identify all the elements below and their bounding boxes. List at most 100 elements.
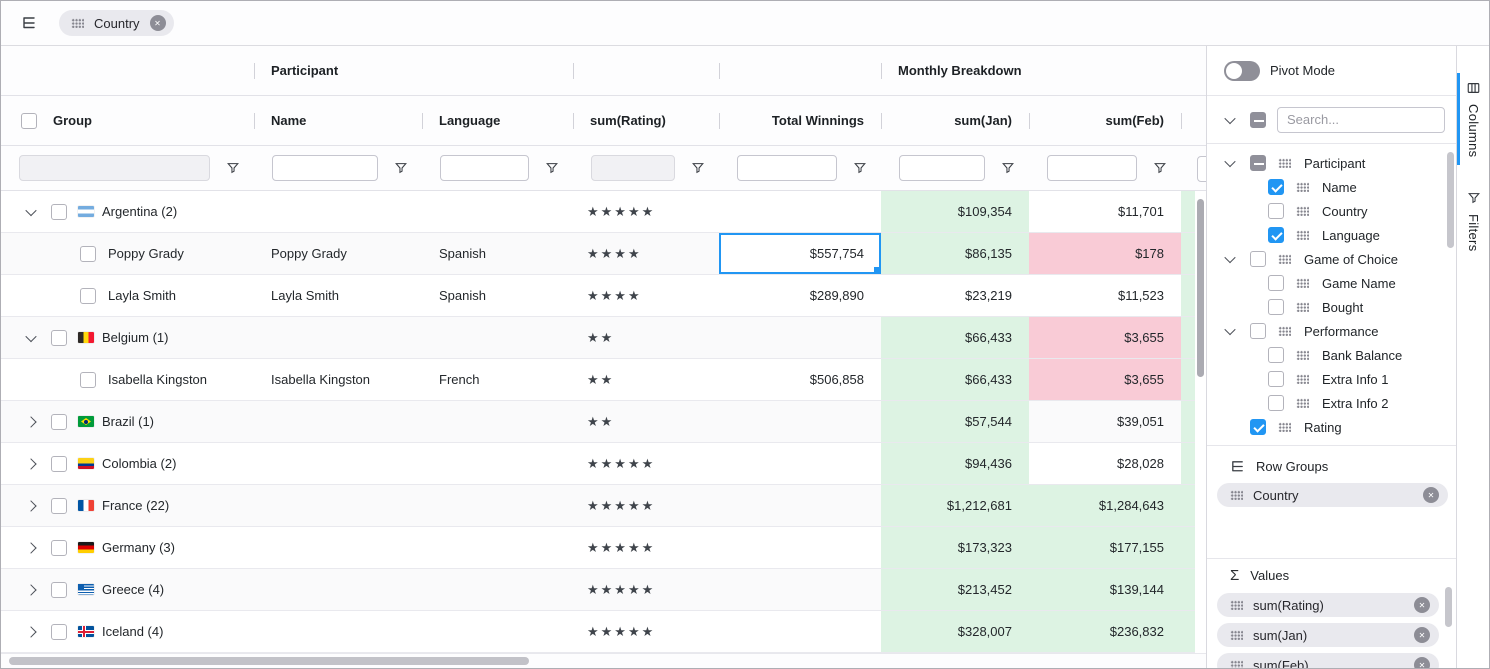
drag-handle-icon[interactable] <box>1278 326 1291 336</box>
drag-handle-icon[interactable] <box>1230 630 1243 640</box>
tree-checkbox-game-name[interactable] <box>1268 275 1284 291</box>
next-column-sliver[interactable] <box>1181 569 1195 610</box>
value-chip-sum-jan[interactable]: sum(Jan)✕ <box>1217 623 1439 647</box>
feb-cell[interactable]: $177,155 <box>1029 527 1181 568</box>
language-cell[interactable]: French <box>422 359 573 400</box>
remove-icon[interactable]: ✕ <box>1423 487 1439 503</box>
drag-handle-icon[interactable] <box>1278 254 1291 264</box>
language-cell[interactable] <box>422 443 573 484</box>
tab-columns[interactable]: Columns <box>1457 73 1490 165</box>
total-winnings-cell[interactable] <box>719 443 881 484</box>
column-header-total-winnings[interactable]: Total Winnings <box>719 96 881 145</box>
group-column-cell[interactable]: Brazil (1) <box>1 401 254 442</box>
drag-handle-icon[interactable] <box>1296 230 1309 240</box>
chevron-right-icon[interactable] <box>23 460 39 468</box>
language-cell[interactable]: Spanish <box>422 233 573 274</box>
total-winnings-cell[interactable] <box>719 485 881 526</box>
feb-cell[interactable]: $11,523 <box>1029 275 1181 316</box>
tree-checkbox-game-of-choice[interactable] <box>1250 251 1266 267</box>
total-winnings-cell[interactable] <box>719 569 881 610</box>
feb-cell[interactable]: $139,144 <box>1029 569 1181 610</box>
language-cell[interactable] <box>422 527 573 568</box>
row-checkbox[interactable] <box>80 246 96 262</box>
drag-handle-icon[interactable] <box>1278 158 1291 168</box>
row-checkbox[interactable] <box>51 540 67 556</box>
tree-item-bought[interactable]: Bought <box>1207 295 1456 319</box>
tree-scrollbar-thumb[interactable] <box>1447 152 1454 248</box>
feb-cell[interactable]: $236,832 <box>1029 611 1181 652</box>
total-winnings-cell[interactable]: $289,890 <box>719 275 881 316</box>
rating-cell[interactable]: ★★★★★ <box>573 485 719 526</box>
chevron-right-icon[interactable] <box>23 628 39 636</box>
group-column-cell[interactable]: Belgium (1) <box>1 317 254 358</box>
drag-handle-icon[interactable] <box>1230 660 1243 668</box>
row-checkbox[interactable] <box>51 498 67 514</box>
row-checkbox[interactable] <box>51 582 67 598</box>
chevron-down-icon[interactable] <box>1224 327 1236 335</box>
drag-handle-icon[interactable] <box>1296 302 1309 312</box>
feb-cell[interactable]: $1,284,643 <box>1029 485 1181 526</box>
rating-cell[interactable]: ★★★★★ <box>573 611 719 652</box>
group-column-cell[interactable]: Argentina (2) <box>1 191 254 232</box>
language-cell[interactable] <box>422 191 573 232</box>
value-chip-sum-feb[interactable]: sum(Feb)✕ <box>1217 653 1439 668</box>
feb-cell[interactable]: $11,701 <box>1029 191 1181 232</box>
rating-cell[interactable]: ★★ <box>573 317 719 358</box>
next-column-sliver[interactable] <box>1181 359 1195 400</box>
jan-cell[interactable]: $57,544 <box>881 401 1029 442</box>
group-column-cell[interactable]: Layla Smith <box>1 275 254 316</box>
column-header-group[interactable]: Group <box>1 96 254 145</box>
vertical-scrollbar[interactable] <box>1195 191 1206 653</box>
chevron-right-icon[interactable] <box>23 586 39 594</box>
group-column-cell[interactable]: Iceland (4) <box>1 611 254 652</box>
remove-icon[interactable]: ✕ <box>1414 657 1430 668</box>
filter-icon[interactable] <box>1153 161 1167 175</box>
tree-item-name[interactable]: Name <box>1207 175 1456 199</box>
next-column-sliver[interactable] <box>1181 401 1195 442</box>
tree-checkbox-rating[interactable] <box>1250 419 1266 435</box>
tree-checkbox-name[interactable] <box>1268 179 1284 195</box>
next-column-sliver[interactable] <box>1181 611 1195 652</box>
tree-checkbox-participant[interactable] <box>1250 155 1266 171</box>
remove-icon[interactable]: ✕ <box>1414 627 1430 643</box>
jan-cell[interactable]: $86,135 <box>881 233 1029 274</box>
tree-item-language[interactable]: Language <box>1207 223 1456 247</box>
tree-item-extra-info-2[interactable]: Extra Info 2 <box>1207 391 1456 415</box>
group-column-cell[interactable]: France (22) <box>1 485 254 526</box>
horizontal-scrollbar[interactable] <box>1 653 1206 668</box>
group-column-cell[interactable]: Greece (4) <box>1 569 254 610</box>
jan-cell[interactable]: $328,007 <box>881 611 1029 652</box>
row-checkbox[interactable] <box>80 372 96 388</box>
column-search-input[interactable] <box>1277 107 1445 133</box>
group-column-cell[interactable]: Isabella Kingston <box>1 359 254 400</box>
drag-handle-icon[interactable] <box>1296 278 1309 288</box>
jan-cell[interactable]: $23,219 <box>881 275 1029 316</box>
tree-item-bank-balance[interactable]: Bank Balance <box>1207 343 1456 367</box>
rating-cell[interactable]: ★★★★ <box>573 275 719 316</box>
tree-item-performance[interactable]: Performance <box>1207 319 1456 343</box>
filter-input-sum-jan[interactable] <box>899 155 985 181</box>
tree-item-participant[interactable]: Participant <box>1207 151 1456 175</box>
jan-cell[interactable]: $94,436 <box>881 443 1029 484</box>
name-cell[interactable] <box>254 527 422 568</box>
row-checkbox[interactable] <box>80 288 96 304</box>
name-cell[interactable] <box>254 191 422 232</box>
tree-item-rating[interactable]: Rating <box>1207 415 1456 439</box>
chevron-down-icon[interactable] <box>23 208 39 216</box>
name-cell[interactable] <box>254 569 422 610</box>
name-cell[interactable]: Layla Smith <box>254 275 422 316</box>
language-cell[interactable] <box>422 317 573 358</box>
feb-cell[interactable]: $178 <box>1029 233 1181 274</box>
tree-checkbox-extra-info-1[interactable] <box>1268 371 1284 387</box>
name-cell[interactable] <box>254 485 422 526</box>
next-column-sliver[interactable] <box>1181 485 1195 526</box>
select-all-rows-checkbox[interactable] <box>21 113 37 129</box>
tree-item-game-name[interactable]: Game Name <box>1207 271 1456 295</box>
tab-filters[interactable]: Filters <box>1457 183 1490 260</box>
name-cell[interactable] <box>254 611 422 652</box>
jan-cell[interactable]: $173,323 <box>881 527 1029 568</box>
language-cell[interactable] <box>422 485 573 526</box>
drag-handle-icon[interactable] <box>1278 422 1291 432</box>
tree-checkbox-language[interactable] <box>1268 227 1284 243</box>
column-header-sum-feb[interactable]: sum(Feb) <box>1029 96 1181 145</box>
